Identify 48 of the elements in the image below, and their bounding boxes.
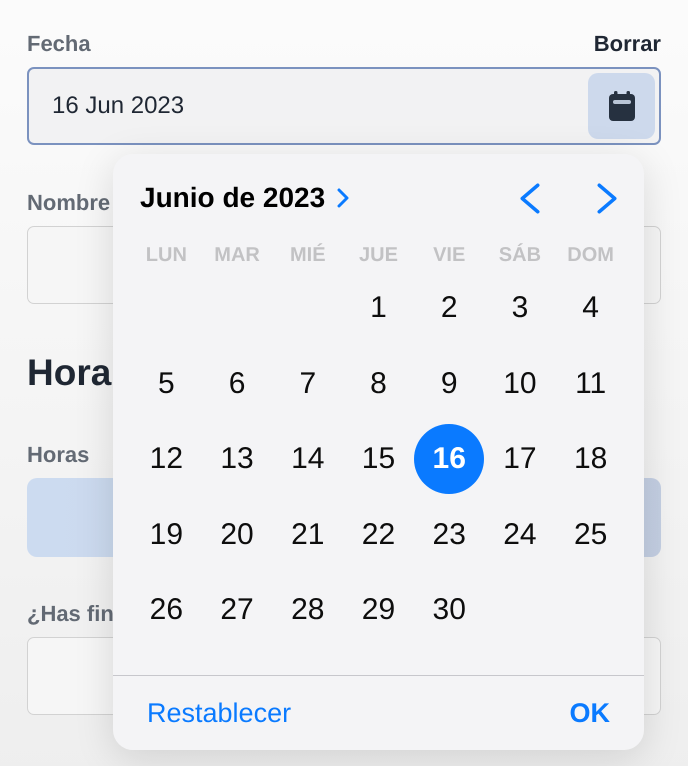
date-value: 16 Jun 2023 [52,91,184,121]
field-label: Horas [27,441,90,469]
section-heading: Hora [27,351,112,395]
field-label: Nombre [27,189,110,217]
previous-month-button[interactable] [520,182,540,214]
month-year-button[interactable]: Junio de 2023 [140,177,350,219]
day-button[interactable]: 30 [414,574,484,645]
day-button[interactable]: 10 [484,348,555,418]
chevron-right-icon [597,182,617,214]
day-button[interactable]: 16 [414,424,484,494]
day-button[interactable]: 18 [556,424,626,494]
day-button[interactable]: 9 [414,348,484,418]
calendar-icon [608,91,634,121]
day-button[interactable]: 13 [202,424,272,494]
date-field[interactable]: 16 Jun 2023 [27,67,661,145]
chevron-left-icon [520,182,540,214]
day-button[interactable]: 8 [343,348,414,418]
calendar-button[interactable] [588,73,655,139]
day-button[interactable]: 29 [343,574,414,645]
day-button[interactable]: 12 [131,424,202,494]
day-button[interactable]: 25 [556,499,626,570]
day-button[interactable]: 15 [343,424,414,494]
day-button[interactable]: 1 [343,272,414,343]
day-button[interactable]: 21 [272,499,343,570]
chevron-right-icon [337,188,350,208]
day-button[interactable]: 20 [202,499,272,570]
day-button[interactable]: 28 [272,574,343,645]
day-button[interactable]: 4 [556,272,626,343]
day-button[interactable]: 3 [484,272,555,343]
field-label: ¿Has fin [27,600,114,628]
reset-button[interactable]: Restablecer [147,692,292,734]
day-button[interactable]: 2 [414,272,484,343]
day-button[interactable]: 24 [484,499,555,570]
day-button[interactable]: 17 [484,424,555,494]
next-month-button[interactable] [597,182,617,214]
day-button[interactable]: 14 [272,424,343,494]
field-label: Fecha [27,30,91,58]
day-button[interactable]: 26 [131,574,202,645]
day-button[interactable]: 27 [202,574,272,645]
clear-link[interactable]: Borrar [594,30,661,58]
day-button[interactable]: 6 [202,348,272,418]
day-button[interactable]: 23 [414,499,484,570]
day-button[interactable]: 19 [131,499,202,570]
day-button[interactable]: 22 [343,499,414,570]
day-button[interactable]: 5 [131,348,202,418]
ok-button[interactable]: OK [570,692,610,734]
day-button[interactable]: 7 [272,348,343,418]
day-button[interactable]: 11 [556,348,626,418]
